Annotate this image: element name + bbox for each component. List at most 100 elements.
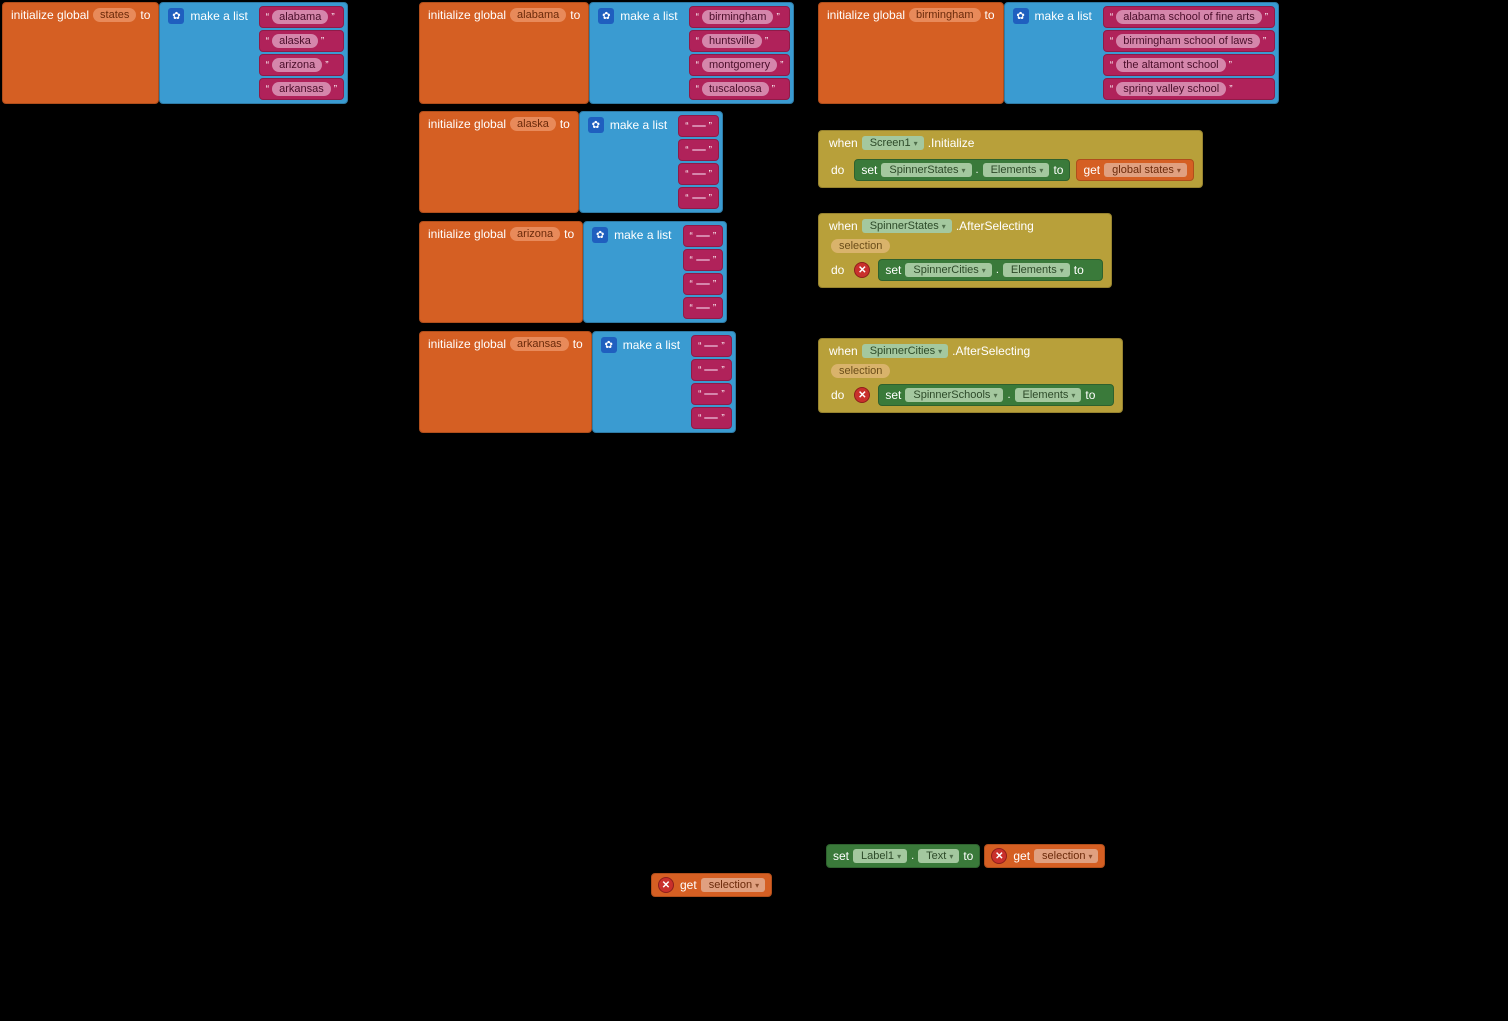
text-block-empty[interactable]: “” — [678, 163, 719, 185]
error-icon[interactable]: ✕ — [658, 877, 674, 893]
text-block-empty[interactable]: “” — [691, 383, 732, 405]
set-label1-text-block[interactable]: set Label1 . Text to — [826, 844, 980, 868]
property-dropdown[interactable]: Text — [918, 849, 959, 863]
to-label: to — [573, 337, 583, 351]
var-dropdown[interactable]: selection — [701, 878, 765, 892]
to-label: to — [1053, 163, 1063, 177]
get-block[interactable]: ✕ get selection — [984, 844, 1105, 868]
init-label: initialize global — [11, 8, 89, 22]
get-label: get — [680, 878, 697, 892]
param-selection[interactable]: selection — [831, 364, 890, 378]
text-block[interactable]: “birmingham school of laws” — [1103, 30, 1275, 52]
init-global-alabama[interactable]: initialize global alabama to — [419, 2, 589, 104]
component-dropdown[interactable]: Screen1 — [862, 136, 924, 150]
text-block[interactable]: “birmingham” — [689, 6, 791, 28]
text-block[interactable]: “the altamont school” — [1103, 54, 1275, 76]
event-screen1-initialize[interactable]: when Screen1 .Initialize do set SpinnerS… — [818, 130, 1203, 188]
var-name-field[interactable]: alabama — [510, 8, 566, 22]
component-dropdown[interactable]: SpinnerCities — [905, 263, 991, 277]
init-global-alaska[interactable]: initialize global alaska to — [419, 111, 579, 213]
text-block[interactable]: “huntsville” — [689, 30, 791, 52]
gear-icon[interactable]: ✿ — [588, 117, 604, 133]
var-name-field[interactable]: arizona — [510, 227, 560, 241]
text-block[interactable]: “arkansas” — [259, 78, 344, 100]
to-label: to — [985, 8, 995, 22]
text-block-empty[interactable]: “” — [691, 359, 732, 381]
var-name-field[interactable]: states — [93, 8, 136, 22]
component-dropdown[interactable]: SpinnerCities — [862, 344, 948, 358]
get-selection-block[interactable]: ✕ get selection — [651, 873, 772, 897]
make-list-block[interactable]: ✿ make a list “” “” “” “” — [583, 221, 727, 323]
event-name: .AfterSelecting — [956, 219, 1034, 233]
make-list-block[interactable]: ✿ make a list “” “” “” “” — [592, 331, 736, 433]
get-block[interactable]: get global states — [1076, 159, 1193, 181]
error-icon[interactable]: ✕ — [854, 387, 870, 403]
event-spinnercities-afterselecting[interactable]: when SpinnerCities .AfterSelecting selec… — [818, 338, 1123, 413]
gear-icon[interactable]: ✿ — [168, 8, 184, 24]
text-block-empty[interactable]: “” — [691, 335, 732, 357]
to-label: to — [963, 849, 973, 863]
init-label: initialize global — [428, 117, 506, 131]
text-block[interactable]: “spring valley school” — [1103, 78, 1275, 100]
get-label: get — [1013, 849, 1030, 863]
text-block-empty[interactable]: “” — [683, 297, 724, 319]
text-block[interactable]: “montgomery” — [689, 54, 791, 76]
get-label: get — [1083, 163, 1100, 177]
to-label: to — [140, 8, 150, 22]
gear-icon[interactable]: ✿ — [592, 227, 608, 243]
set-label: set — [833, 849, 849, 863]
param-selection[interactable]: selection — [831, 239, 890, 253]
set-block[interactable]: set SpinnerStates . Elements to — [854, 159, 1070, 181]
text-block[interactable]: “arizona” — [259, 54, 344, 76]
set-block[interactable]: set SpinnerSchools . Elements to — [878, 384, 1114, 406]
init-label: initialize global — [428, 8, 506, 22]
property-dropdown[interactable]: Elements — [1003, 263, 1070, 277]
component-dropdown[interactable]: SpinnerStates — [862, 219, 952, 233]
set-block[interactable]: set SpinnerCities . Elements to — [878, 259, 1102, 281]
text-block[interactable]: “alaska” — [259, 30, 344, 52]
component-dropdown[interactable]: SpinnerSchools — [905, 388, 1003, 402]
text-block-empty[interactable]: “” — [678, 187, 719, 209]
make-list-block[interactable]: ✿ make a list “birmingham” “huntsville” … — [589, 2, 794, 104]
var-dropdown[interactable]: selection — [1034, 849, 1098, 863]
init-global-birmingham[interactable]: initialize global birmingham to — [818, 2, 1004, 104]
error-icon[interactable]: ✕ — [991, 848, 1007, 864]
make-list-block[interactable]: ✿ make a list “alabama” “alaska” “arizon… — [159, 2, 348, 104]
make-list-label: make a list — [623, 338, 680, 352]
gear-icon[interactable]: ✿ — [601, 337, 617, 353]
component-dropdown[interactable]: SpinnerStates — [881, 163, 971, 177]
error-icon[interactable]: ✕ — [854, 262, 870, 278]
make-list-block[interactable]: ✿ make a list “” “” “” “” — [579, 111, 723, 213]
var-name-field[interactable]: birmingham — [909, 8, 980, 22]
gear-icon[interactable]: ✿ — [598, 8, 614, 24]
text-block-empty[interactable]: “” — [683, 249, 724, 271]
init-label: initialize global — [428, 337, 506, 351]
text-block[interactable]: “alabama” — [259, 6, 344, 28]
text-block-empty[interactable]: “” — [691, 407, 732, 429]
init-global-states[interactable]: initialize global states to — [2, 2, 159, 104]
do-label: do — [827, 386, 848, 404]
text-block[interactable]: “tuscaloosa” — [689, 78, 791, 100]
component-dropdown[interactable]: Label1 — [853, 849, 907, 863]
init-global-arizona[interactable]: initialize global arizona to — [419, 221, 583, 323]
text-block[interactable]: “alabama school of fine arts” — [1103, 6, 1275, 28]
to-label: to — [1074, 263, 1084, 277]
do-label: do — [827, 261, 848, 279]
make-list-block[interactable]: ✿ make a list “alabama school of fine ar… — [1004, 2, 1280, 104]
init-global-arkansas[interactable]: initialize global arkansas to — [419, 331, 592, 433]
property-dropdown[interactable]: Elements — [983, 163, 1050, 177]
text-block-empty[interactable]: “” — [683, 225, 724, 247]
event-name: .Initialize — [928, 136, 975, 150]
var-name-field[interactable]: arkansas — [510, 337, 569, 351]
var-name-field[interactable]: alaska — [510, 117, 556, 131]
text-block-empty[interactable]: “” — [678, 139, 719, 161]
event-spinnerstates-afterselecting[interactable]: when SpinnerStates .AfterSelecting selec… — [818, 213, 1112, 288]
property-dropdown[interactable]: Elements — [1015, 388, 1082, 402]
make-list-label: make a list — [614, 228, 671, 242]
text-block-empty[interactable]: “” — [678, 115, 719, 137]
to-label: to — [564, 227, 574, 241]
make-list-label: make a list — [610, 118, 667, 132]
gear-icon[interactable]: ✿ — [1013, 8, 1029, 24]
var-dropdown[interactable]: global states — [1104, 163, 1187, 177]
text-block-empty[interactable]: “” — [683, 273, 724, 295]
